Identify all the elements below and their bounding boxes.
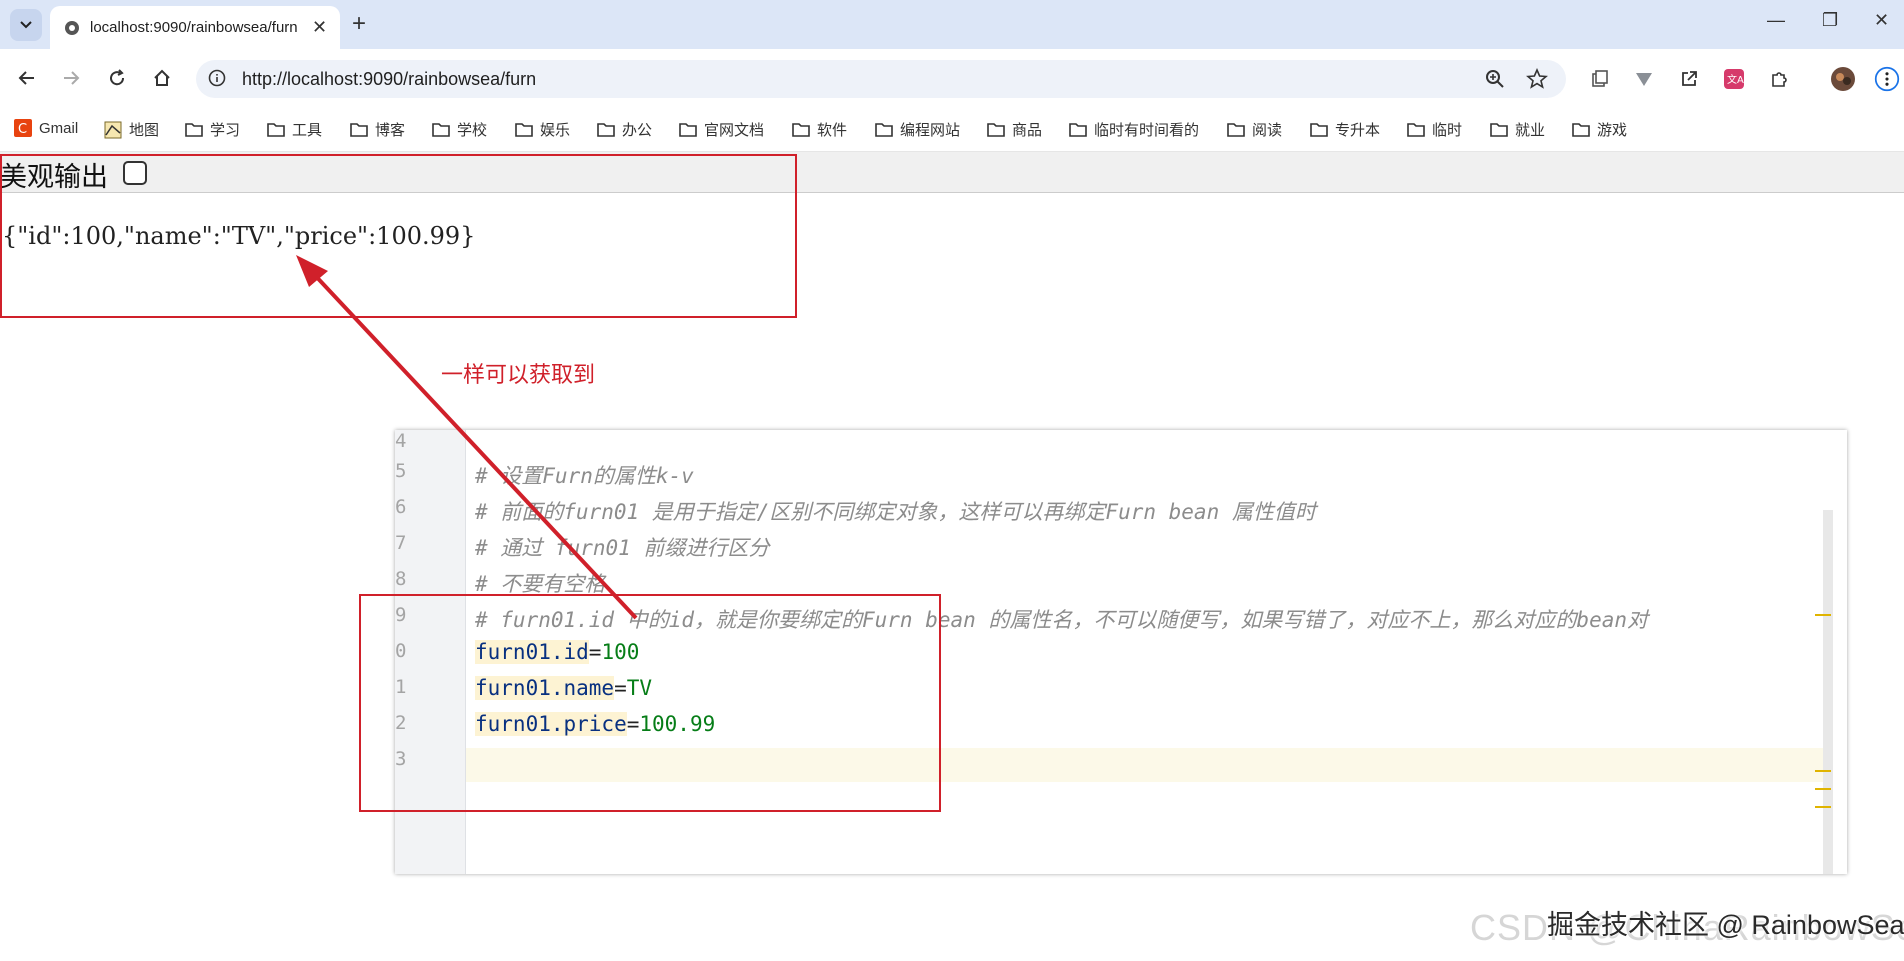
folder-icon [792,123,810,137]
bookmark-label: 商品 [1012,122,1043,139]
browser-toolbar: http://localhost:9090/rainbowsea/furn 文A [0,49,1904,109]
bookmark-label: 临时有时间看的 [1094,122,1200,139]
chevron-down-icon [20,21,32,29]
bookmark-label: 临时 [1432,122,1463,139]
bookmark-folder[interactable]: 阅读 [1227,119,1282,140]
new-tab-button[interactable]: + [352,10,366,38]
more-vertical-icon [1874,66,1900,92]
bookmark-folder[interactable]: 博客 [350,119,405,140]
close-window-button[interactable]: ✕ [1874,10,1889,31]
svg-text:文A: 文A [1727,73,1744,86]
bookmark-folder[interactable]: 办公 [597,119,652,140]
bookmark-folder[interactable]: 临时有时间看的 [1069,119,1199,140]
extension-v-icon[interactable] [1631,66,1657,92]
folder-icon [432,123,450,137]
bookmark-label: 官网文档 [704,122,765,139]
svg-text:C: C [18,122,27,137]
tab-strip: localhost:9090/rainbowsea/furn ✕ + — ❐ ✕ [0,0,1904,49]
folder-icon [267,123,285,137]
bookmark-folder[interactable]: 临时 [1407,119,1462,140]
minimize-button[interactable]: — [1767,10,1785,31]
bookmark-label: 学校 [457,122,488,139]
extensions-puzzle-icon[interactable] [1766,66,1792,92]
bookmark-label: 编程网站 [900,122,961,139]
map-icon [104,121,122,138]
bookmark-folder[interactable]: 官网文档 [679,119,764,140]
folder-icon [1490,123,1508,137]
reload-icon [110,69,125,86]
bookmark-label: 工具 [292,122,323,139]
folder-icon [597,123,615,137]
bookmark-folder[interactable]: 编程网站 [875,119,960,140]
site-info-icon[interactable] [208,69,226,87]
gmail-icon: C [14,119,32,137]
browser-menu-button[interactable] [1874,66,1900,92]
folder-icon [1227,123,1245,137]
folder-icon [1310,123,1328,137]
bookmark-gmail[interactable]: C Gmail [14,119,78,137]
profile-avatar[interactable] [1830,66,1856,92]
back-button[interactable] [12,63,42,93]
reload-button[interactable] [102,63,132,93]
folder-icon [1407,123,1425,137]
annotation-arrow [296,255,638,620]
forward-arrow-icon [64,71,80,85]
home-icon [154,69,170,86]
star-icon[interactable] [1526,68,1548,90]
address-bar[interactable]: http://localhost:9090/rainbowsea/furn [196,60,1566,98]
bookmark-folder[interactable]: 商品 [987,119,1042,140]
home-button[interactable] [147,63,177,93]
bookmark-folder[interactable]: 工具 [267,119,322,140]
bookmark-folder[interactable]: 专升本 [1310,119,1380,140]
bookmark-folder[interactable]: 学校 [432,119,487,140]
forward-button[interactable] [56,63,86,93]
zoom-icon[interactable] [1484,68,1506,90]
bookmark-folder[interactable]: 学习 [185,119,240,140]
folder-icon [1572,123,1590,137]
bookmark-folder[interactable]: 游戏 [1572,119,1627,140]
folder-icon [875,123,893,137]
globe-icon [65,20,79,35]
extension-translate-icon[interactable]: 文A [1721,66,1747,92]
bookmark-label: 阅读 [1252,122,1283,139]
bookmark-label: 就业 [1515,122,1546,139]
tab-title: localhost:9090/rainbowsea/furn [90,19,298,36]
bookmark-folder[interactable]: 娱乐 [515,119,570,140]
bookmark-label: 博客 [375,122,406,139]
bookmark-label: Gmail [39,119,79,137]
bookmarks-bar: C Gmail 地图 学习 工具 博客 学校 娱乐 办公 官网文档 软件 编程网… [0,109,1904,152]
folder-icon [679,123,697,137]
folder-icon [350,123,368,137]
bookmark-label: 地图 [129,122,160,139]
bookmark-label: 软件 [817,122,848,139]
bookmark-label: 专升本 [1335,122,1381,139]
bookmark-label: 游戏 [1597,122,1628,139]
page-content: 美观输出 {"id":100,"name":"TV","price":100.9… [0,152,1904,961]
bookmark-label: 办公 [622,122,653,139]
bookmark-map[interactable]: 地图 [104,119,159,140]
bookmark-folder[interactable]: 软件 [792,119,847,140]
browser-tab[interactable]: localhost:9090/rainbowsea/furn ✕ [50,6,340,49]
tab-search-button[interactable] [10,9,42,41]
extension-open-external-icon[interactable] [1676,66,1702,92]
bookmark-label: 娱乐 [540,122,571,139]
watermark-overlay: 掘金技术社区 @ RainbowSea [1547,910,1904,940]
folder-icon [185,123,203,137]
url-text[interactable]: http://localhost:9090/rainbowsea/furn [242,69,536,90]
close-tab-icon[interactable]: ✕ [312,17,327,38]
back-arrow-icon [18,71,34,85]
folder-icon [987,123,1005,137]
bookmark-folder[interactable]: 就业 [1490,119,1545,140]
folder-icon [515,123,533,137]
folder-icon [1069,123,1087,137]
restore-button[interactable]: ❐ [1822,10,1838,31]
bookmark-label: 学习 [210,122,241,139]
extension-copy-icon[interactable] [1587,66,1613,92]
